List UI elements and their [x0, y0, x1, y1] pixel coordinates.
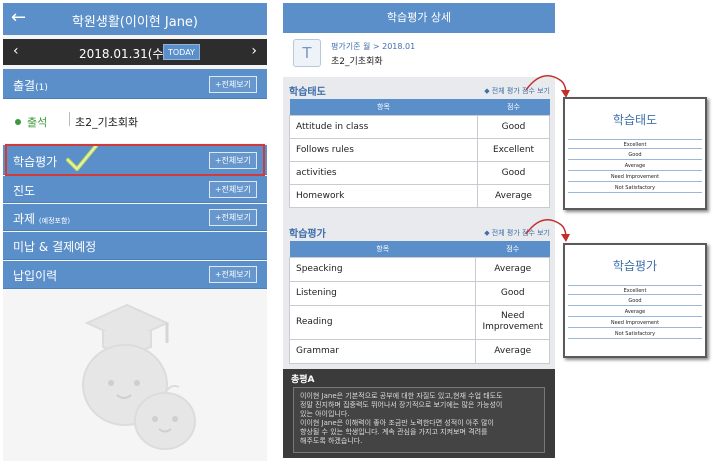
item-cell: Follows rules: [289, 137, 478, 162]
payment-history-section[interactable]: 납입이력 +전체보기: [3, 261, 267, 289]
scale-row: Need Improvement: [568, 172, 702, 182]
item-cell: Listening: [288, 280, 477, 306]
attendance-section[interactable]: 출결(1) +전체보기: [3, 69, 267, 99]
summary-line: 있는 아이입니다.: [300, 410, 350, 418]
unpaid-section[interactable]: 미납 & 결제예정: [3, 232, 267, 260]
attendance-count: (1): [35, 83, 48, 93]
column-header-item: 항목: [289, 99, 478, 115]
app-screen-student-life: ← 학원생활(이이현 Jane) ‹ 2018.01.31(수) TODAY ›…: [3, 3, 267, 461]
item-cell: Homework: [289, 183, 478, 208]
score-cell: Good: [475, 280, 550, 306]
progress-view-all-button[interactable]: +전체보기: [208, 181, 257, 198]
attendance-view-all-button[interactable]: +전체보기: [208, 76, 257, 93]
table-row: Grammar Average: [288, 338, 550, 364]
scale-row: Average: [568, 161, 702, 171]
score-cell: Average: [475, 338, 550, 364]
payment-history-view-all-button[interactable]: +전체보기: [208, 266, 257, 283]
detail-title: 학습평가 상세: [283, 3, 555, 33]
popup-title: 학습평가: [612, 259, 658, 273]
period-info: T 평가기준 월 > 2018.01 초2_기초회화: [283, 33, 555, 77]
scale-row: Excellent: [568, 139, 702, 149]
date-navigator: ‹ 2018.01.31(수) TODAY ›: [3, 39, 267, 65]
app-header: ← 학원생활(이이현 Jane): [3, 3, 267, 35]
scale-row: Not Satisfactory: [568, 329, 702, 339]
unpaid-label: 미납 & 결제예정: [13, 240, 97, 254]
scale-row: Need Improvement: [568, 318, 702, 328]
homework-section[interactable]: 과제 (예정포함) +전체보기: [3, 204, 267, 231]
table-row: Listening Good: [288, 280, 550, 306]
summary-line: 향상될 수 있는 학생입니다. 계속 관심을 가지고 지켜보며 격려를: [300, 428, 488, 436]
item-cell: activities: [289, 160, 478, 185]
today-button[interactable]: TODAY: [163, 44, 200, 60]
prev-date-icon[interactable]: ‹: [13, 43, 19, 59]
homework-sublabel: (예정포함): [38, 217, 71, 225]
table-row: activities Good: [289, 160, 550, 185]
item-cell: Speacking: [288, 256, 477, 282]
present-dot-icon: [15, 119, 21, 125]
progress-label: 진도: [13, 184, 36, 198]
score-cell: Average: [477, 183, 550, 208]
current-date: 2018.01.31(수): [79, 47, 169, 61]
evaluation-detail-screen: 학습평가 상세 T 평가기준 월 > 2018.01 초2_기초회화 학습태도 …: [283, 3, 555, 458]
evaluation-period: 평가기준 월 > 2018.01: [331, 42, 416, 51]
popup-title: 학습태도: [612, 113, 658, 127]
score-cell: Average: [475, 256, 550, 282]
item-cell: Grammar: [288, 338, 477, 364]
payment-history-label: 납입이력: [13, 269, 58, 283]
attitude-table: 항목 점수 Attitude in class Good Follows rules…: [289, 99, 550, 208]
evaluation-table: 항목 점수 Speacking Average Listening Good Read…: [288, 241, 550, 364]
evaluation-scale-popup: 학습평가 Excellent Good Average Need Improve…: [563, 243, 707, 358]
attitude-title: 학습태도: [289, 87, 326, 98]
next-date-icon[interactable]: ›: [251, 43, 257, 59]
summary-line: 이이현 Jane은 기본적으로 공부에 대한 자질도 있고,현재 수업 태도도: [300, 392, 503, 400]
homework-label: 과제: [13, 212, 36, 226]
detail-class-name: 초2_기초회화: [331, 57, 383, 67]
summary-line: 해주도록 하겠습니다.: [300, 437, 363, 445]
summary-line: 정말 진지하며 집중력도 뛰어나서 장기적으로 보기에는 많은 가능성이: [300, 401, 503, 409]
evaluation-title: 학습평가: [289, 229, 326, 240]
divider: [69, 112, 70, 126]
column-header-item: 항목: [289, 241, 476, 257]
class-name: 초2_기초회화: [75, 116, 139, 129]
score-cell: Good: [477, 114, 550, 139]
score-cell: Excellent: [477, 137, 550, 162]
mascot-watermark-icon: [82, 303, 196, 450]
scale-row: Good: [568, 150, 702, 160]
scale-row: Excellent: [568, 285, 702, 295]
summary-title: 총평A: [291, 375, 315, 385]
evaluation-panel: 학습평가 ◆ 전체 평가 점수 보기 항목 점수 Speacking Average…: [288, 223, 550, 365]
attendance-label: 출결: [13, 79, 36, 93]
score-cell: Good: [477, 160, 550, 185]
scale-row: Not Satisfactory: [568, 183, 702, 193]
table-row: Follows rules Excellent: [289, 137, 550, 162]
table-row: Speacking Average: [288, 256, 550, 282]
test-t-icon: T: [293, 39, 321, 67]
attendance-status: 출석: [27, 116, 48, 129]
homework-view-all-button[interactable]: +전체보기: [208, 209, 257, 226]
item-cell: Attitude in class: [289, 114, 478, 139]
scale-row: Average: [568, 307, 702, 317]
summary-section: 총평A 이이현 Jane은 기본적으로 공부에 대한 자질도 있고,현재 수업 …: [283, 369, 555, 458]
summary-line: 이이현 Jane은 이해력이 좋아 조금만 노력한다면 성적이 아주 많이: [300, 419, 494, 427]
item-cell: Reading: [288, 304, 477, 340]
attitude-scale-popup: 학습태도 Excellent Good Average Need Improve…: [563, 97, 707, 210]
score-cell: Need Improvement: [475, 304, 550, 340]
page-title: 학원생활(이이현 Jane): [71, 15, 199, 30]
highlight-box: [5, 144, 265, 176]
table-row: Attitude in class Good: [289, 114, 550, 139]
table-row: Reading Need Improvement: [288, 304, 550, 340]
summary-text: 이이현 Jane은 기본적으로 공부에 대한 자질도 있고,현재 수업 태도도 …: [293, 387, 545, 453]
attitude-panel: 학습태도 ◆ 전체 평가 점수 보기 항목 점수 Attitude in clas…: [289, 81, 550, 213]
progress-section[interactable]: 진도 +전체보기: [3, 176, 267, 203]
table-row: Homework Average: [289, 183, 550, 208]
scale-row: Good: [568, 296, 702, 306]
